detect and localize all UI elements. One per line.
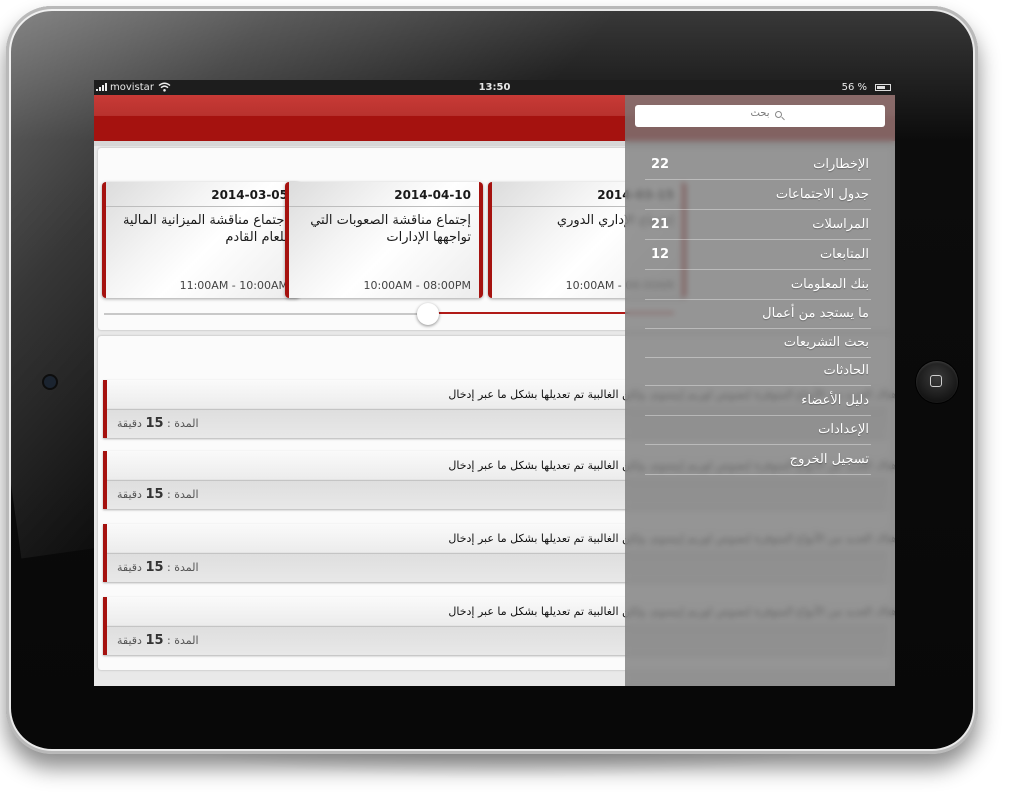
menu-item-label: الإعدادات bbox=[818, 422, 869, 437]
menu-item-legislation-search[interactable]: بحث التشريعات bbox=[645, 328, 871, 358]
badge-count: 22 bbox=[651, 157, 670, 172]
duration-label: المدة : bbox=[167, 417, 199, 430]
side-menu: بحث 22 الإخطارات جدول الاجتماعات 21 المر… bbox=[625, 95, 895, 686]
divider bbox=[106, 206, 296, 207]
menu-item-label: الإخطارات bbox=[813, 157, 869, 172]
meeting-title: إجتماع مناقشة الميزانية المالية للعام ال… bbox=[122, 213, 288, 245]
menu-item-correspondence[interactable]: 21 المراسلات bbox=[645, 210, 871, 240]
menu-item-settings[interactable]: الإعدادات bbox=[645, 415, 871, 445]
duration-value: 15 bbox=[145, 487, 164, 502]
menu-item-label: جدول الاجتماعات bbox=[775, 187, 869, 202]
meeting-date: 2014-04-10 bbox=[394, 188, 471, 202]
meeting-date: 2014-03-05 bbox=[211, 188, 288, 202]
menu-item-label: تسجيل الخروج bbox=[789, 452, 869, 467]
meeting-title: إجتماع مناقشة الصعوبات التي تواجهها الإد… bbox=[310, 213, 471, 245]
screen: movistar 13:50 56 % 2014-03-05 إجتماع من… bbox=[94, 80, 895, 686]
duration: المدة : 15 دقيقة bbox=[117, 560, 199, 575]
duration-label: المدة : bbox=[167, 488, 199, 501]
meeting-time: 10:00AM - 08:00PM bbox=[363, 279, 471, 292]
meeting-card[interactable]: 2014-04-10 إجتماع مناقشة الصعوبات التي ت… bbox=[285, 182, 483, 298]
duration-unit: دقيقة bbox=[117, 488, 142, 501]
badge-count: 21 bbox=[651, 217, 670, 232]
menu-item-meetings-schedule[interactable]: جدول الاجتماعات bbox=[645, 180, 871, 210]
duration: المدة : 15 دقيقة bbox=[117, 633, 199, 648]
menu-item-label: المراسلات bbox=[812, 217, 869, 232]
status-bar: movistar 13:50 56 % bbox=[94, 80, 895, 95]
menu-item-label: المتابعات bbox=[819, 247, 869, 262]
search-placeholder: بحث bbox=[750, 108, 770, 119]
duration-unit: دقيقة bbox=[117, 417, 142, 430]
duration-value: 15 bbox=[145, 633, 164, 648]
menu-item-follow-ups[interactable]: 12 المتابعات bbox=[645, 240, 871, 270]
camera-icon bbox=[44, 376, 56, 388]
home-square-icon bbox=[930, 375, 942, 387]
badge-count: 12 bbox=[651, 247, 670, 262]
menu-item-label: بحث التشريعات bbox=[783, 335, 869, 350]
menu-item-label: بنك المعلومات bbox=[790, 277, 869, 292]
duration-value: 15 bbox=[145, 416, 164, 431]
duration: المدة : 15 دقيقة bbox=[117, 487, 199, 502]
search-icon bbox=[775, 111, 782, 118]
menu-item-members-directory[interactable]: دليل الأعضاء bbox=[645, 386, 871, 416]
menu-item-information-bank[interactable]: بنك المعلومات bbox=[645, 270, 871, 300]
search-input[interactable]: بحث bbox=[635, 105, 885, 127]
duration: المدة : 15 دقيقة bbox=[117, 416, 199, 431]
menu-item-label: ما يستجد من أعمال bbox=[762, 306, 869, 321]
battery-icon bbox=[875, 84, 891, 91]
battery-percent: 56 % bbox=[841, 82, 867, 93]
menu-item-label: دليل الأعضاء bbox=[801, 393, 869, 408]
duration-value: 15 bbox=[145, 560, 164, 575]
timeline-slider-thumb[interactable] bbox=[417, 303, 439, 325]
menu-item-conversations[interactable]: الحادثات bbox=[645, 356, 871, 386]
duration-label: المدة : bbox=[167, 561, 199, 574]
menu-item-new-business[interactable]: ما يستجد من أعمال bbox=[645, 299, 871, 329]
duration-unit: دقيقة bbox=[117, 634, 142, 647]
duration-label: المدة : bbox=[167, 634, 199, 647]
meeting-card[interactable]: 2014-03-05 إجتماع مناقشة الميزانية المال… bbox=[102, 182, 300, 298]
menu-item-notifications[interactable]: 22 الإخطارات bbox=[645, 150, 871, 180]
timeline-slider-track[interactable] bbox=[104, 313, 434, 315]
duration-unit: دقيقة bbox=[117, 561, 142, 574]
menu-item-label: الحادثات bbox=[823, 363, 869, 378]
menu-item-logout[interactable]: تسجيل الخروج bbox=[645, 445, 871, 475]
divider bbox=[289, 206, 479, 207]
meeting-time: 11:00AM - 10:00AM bbox=[179, 279, 288, 292]
status-time: 13:50 bbox=[478, 82, 511, 93]
